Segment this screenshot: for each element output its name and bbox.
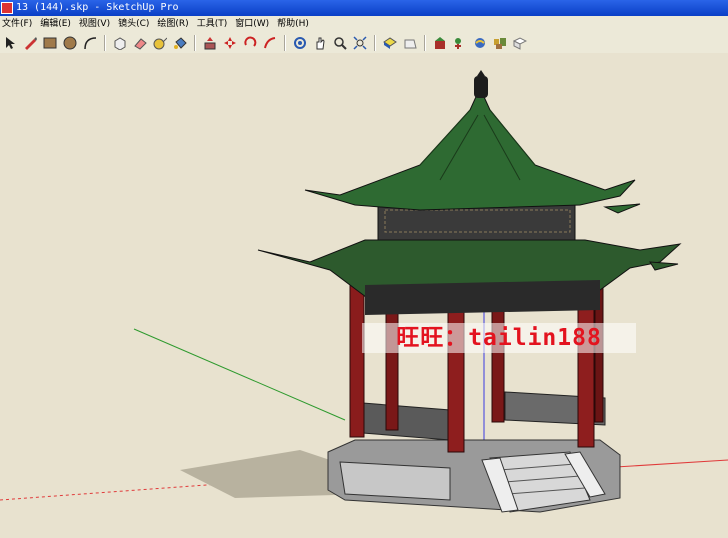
front-view-icon[interactable] [402, 35, 418, 51]
rectangle-icon[interactable] [42, 35, 58, 51]
title-bar: 13 (144).skp - SketchUp Pro [0, 0, 728, 16]
menu-help[interactable]: 帮助(H) [275, 16, 315, 32]
toolbar-separator [284, 34, 286, 51]
arc-icon[interactable] [82, 35, 98, 51]
lower-frieze [365, 280, 600, 315]
select-icon[interactable] [2, 35, 18, 51]
move-icon[interactable] [222, 35, 238, 51]
make-component-icon[interactable] [112, 35, 128, 51]
orbit-icon[interactable] [292, 35, 308, 51]
paint-bucket-icon[interactable] [172, 35, 188, 51]
pencil-icon[interactable] [22, 35, 38, 51]
toolbar-separator [424, 34, 426, 51]
menu-edit[interactable]: 编辑(E) [38, 16, 77, 32]
eave-tip [649, 261, 679, 271]
eraser-icon[interactable] [132, 35, 148, 51]
zoom-extents-icon[interactable] [352, 35, 368, 51]
toolbar-separator [104, 34, 106, 51]
circle-icon[interactable] [62, 35, 78, 51]
toolbar-separator [194, 34, 196, 51]
pavilion-model [0, 70, 728, 513]
toolbar-separator [374, 34, 376, 51]
menu-file[interactable]: 文件(F) [0, 16, 38, 32]
roof-finial [474, 76, 488, 98]
pan-icon[interactable] [312, 35, 328, 51]
top-view-icon[interactable] [382, 35, 398, 51]
menu-window[interactable]: 窗口(W) [233, 16, 275, 32]
sketchup-window: 13 (144).skp - SketchUp Pro 文件(F) 编辑(E) … [0, 0, 728, 538]
column [385, 294, 399, 431]
platform-face [339, 461, 451, 501]
model-viewport[interactable]: 旺旺：tailin188 [0, 53, 728, 538]
get-models-icon[interactable] [432, 35, 448, 51]
eave-tip [603, 203, 641, 214]
menu-view[interactable]: 视图(V) [77, 16, 116, 32]
toggle-terrain-icon[interactable] [492, 35, 508, 51]
column [447, 291, 465, 453]
menu-bar: 文件(F) 编辑(E) 视图(V) 镜头(C) 绘图(R) 工具(T) 窗口(W… [0, 16, 728, 33]
upper-roof [304, 86, 636, 211]
menu-camera[interactable]: 镜头(C) [116, 16, 155, 32]
tape-measure-icon[interactable] [152, 35, 168, 51]
main-toolbar [0, 32, 728, 54]
window-title: 13 (144).skp - SketchUp Pro [16, 2, 179, 13]
photo-texture-icon[interactable] [512, 35, 528, 51]
menu-draw[interactable]: 绘图(R) [155, 16, 194, 32]
watermark-text: 旺旺：tailin188 [362, 323, 636, 353]
column [349, 281, 365, 438]
push-pull-icon[interactable] [202, 35, 218, 51]
follow-me-icon[interactable] [262, 35, 278, 51]
zoom-icon[interactable] [332, 35, 348, 51]
rotate-icon[interactable] [242, 35, 258, 51]
railing-left [349, 401, 451, 441]
share-model-icon[interactable] [452, 35, 468, 51]
finial-tip [477, 70, 485, 76]
menu-tools[interactable]: 工具(T) [195, 16, 234, 32]
add-location-icon[interactable] [472, 35, 488, 51]
green-axis [133, 328, 346, 421]
app-icon [1, 2, 13, 14]
